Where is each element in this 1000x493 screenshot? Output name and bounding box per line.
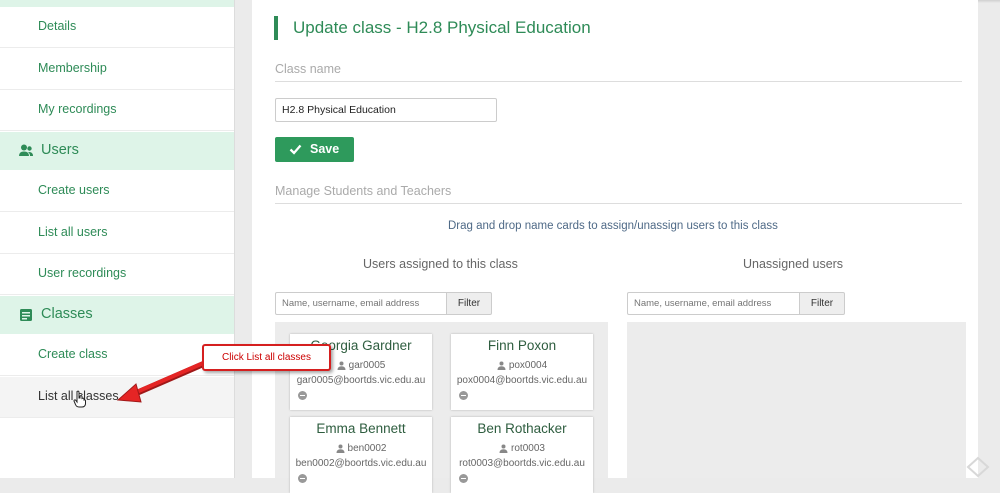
tutorial-arrow — [116, 359, 211, 403]
hand-cursor-icon — [73, 390, 86, 408]
watermark-icon — [966, 456, 990, 478]
tutorial-callout: Click List all classes — [202, 344, 331, 371]
